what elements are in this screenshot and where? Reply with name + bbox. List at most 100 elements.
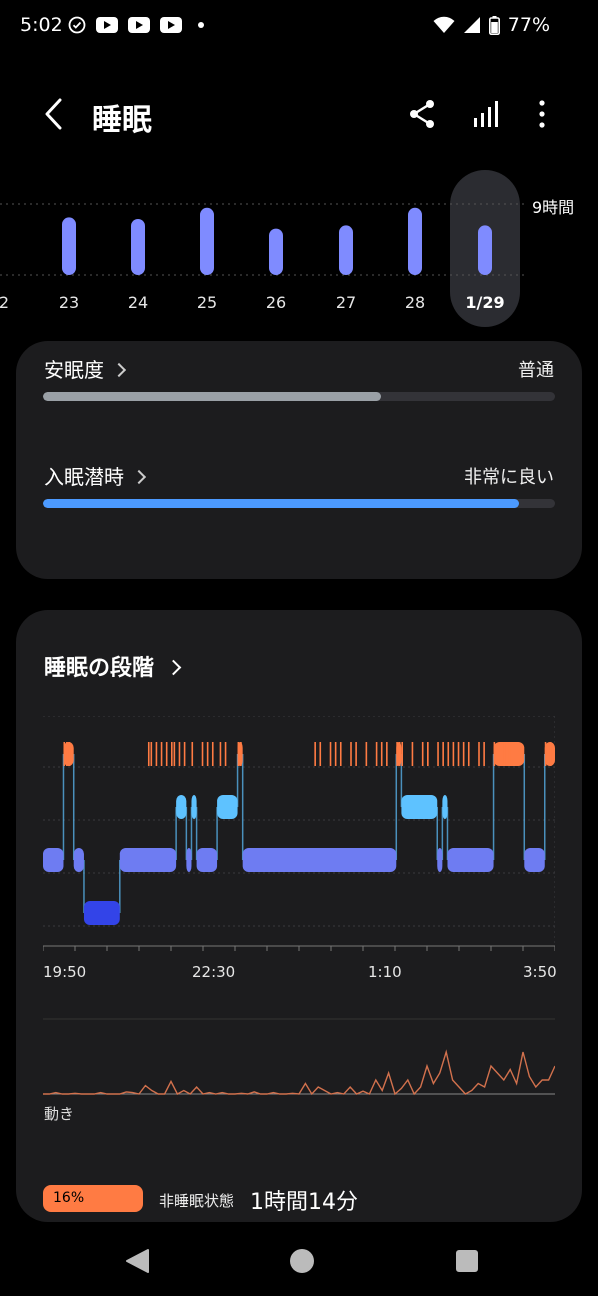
stage-segment-16 bbox=[447, 848, 494, 872]
awake-tick-4 bbox=[150, 742, 153, 766]
share-icon[interactable] bbox=[408, 99, 436, 129]
sleep-quality-value: 普通 bbox=[518, 360, 554, 381]
status-right: 77% bbox=[433, 14, 550, 36]
trends-chart-icon[interactable] bbox=[472, 99, 502, 129]
awake-tick-49 bbox=[508, 742, 511, 766]
awake-tick-32 bbox=[398, 742, 401, 766]
day-bar-2[interactable] bbox=[131, 219, 145, 275]
nav-home-icon[interactable] bbox=[289, 1248, 315, 1274]
stage-segment-5 bbox=[176, 795, 187, 819]
sleep-quality-progress-fill bbox=[43, 392, 381, 401]
awake-tick-16 bbox=[219, 742, 222, 766]
sleep-latency-label: 入眠潜時 bbox=[44, 465, 124, 489]
awake-tick-46 bbox=[483, 742, 485, 766]
awake-tick-41 bbox=[452, 742, 455, 766]
sleep-latency-progress bbox=[43, 499, 555, 508]
awake-tick-30 bbox=[386, 742, 388, 766]
more-options-icon[interactable] bbox=[530, 99, 554, 129]
youtube-icon bbox=[96, 17, 118, 33]
youtube-icon bbox=[128, 17, 150, 33]
nav-back-icon[interactable] bbox=[124, 1248, 150, 1274]
sleep-quality-label: 安眠度 bbox=[44, 358, 104, 382]
stage-segment-9 bbox=[217, 795, 238, 819]
awake-tick-50 bbox=[544, 742, 547, 766]
awake-tick-21 bbox=[319, 742, 322, 766]
awake-tick-9 bbox=[173, 742, 176, 766]
check-circle-icon bbox=[68, 16, 86, 34]
awake-tick-31 bbox=[396, 742, 398, 766]
awake-tick-17 bbox=[224, 742, 227, 766]
awake-duration: 1時間14分 bbox=[250, 1190, 358, 1215]
stage-segment-4 bbox=[119, 848, 177, 872]
awake-tick-22 bbox=[329, 742, 332, 766]
nav-recents-icon[interactable] bbox=[455, 1249, 479, 1273]
movement-line bbox=[43, 1049, 555, 1096]
wifi-icon bbox=[433, 16, 455, 33]
awake-tick-13 bbox=[201, 742, 204, 766]
status-time: 5:02 bbox=[20, 14, 63, 36]
awake-tick-11 bbox=[183, 742, 186, 766]
awake-tick-19 bbox=[240, 742, 242, 766]
day-label-7[interactable]: 1/29 bbox=[465, 293, 505, 312]
awake-tick-1 bbox=[66, 742, 68, 766]
battery-percent: 77% bbox=[507, 14, 550, 36]
awake-tick-43 bbox=[462, 742, 465, 766]
awake-tick-34 bbox=[411, 742, 414, 766]
chart-range-label: 9時間 bbox=[532, 198, 575, 217]
stage-segment-18 bbox=[524, 848, 545, 872]
day-bar-1[interactable] bbox=[62, 217, 76, 275]
day-label-6[interactable]: 28 bbox=[395, 293, 435, 312]
time-label-2: 22:30 bbox=[192, 963, 236, 981]
awake-tick-5 bbox=[155, 742, 158, 766]
stage-segment-8 bbox=[196, 848, 218, 872]
sleep-stages-link[interactable]: 睡眠の段階 bbox=[44, 650, 182, 682]
stage-segment-11 bbox=[242, 848, 397, 872]
awake-tick-10 bbox=[178, 742, 181, 766]
movement-label: 動き bbox=[44, 1105, 75, 1123]
awake-tick-28 bbox=[375, 742, 378, 766]
awake-tick-51 bbox=[549, 742, 552, 766]
status-notification-icons bbox=[68, 16, 204, 34]
weekly-sleep-chart bbox=[0, 203, 525, 276]
awake-tick-48 bbox=[503, 742, 506, 766]
awake-tick-2 bbox=[68, 742, 71, 766]
sleep-latency-value: 非常に良い bbox=[464, 467, 554, 488]
awake-tick-39 bbox=[442, 742, 444, 766]
chevron-right-icon bbox=[111, 362, 127, 378]
day-bar-6[interactable] bbox=[408, 207, 422, 275]
day-label-3[interactable]: 25 bbox=[187, 293, 227, 312]
awake-label: 非睡眠状態 bbox=[159, 1192, 235, 1210]
day-label-2[interactable]: 24 bbox=[118, 293, 158, 312]
awake-tick-37 bbox=[427, 742, 429, 766]
battery-icon bbox=[488, 15, 500, 35]
day-label-4[interactable]: 26 bbox=[256, 293, 296, 312]
awake-tick-24 bbox=[339, 742, 342, 766]
awake-tick-33 bbox=[401, 742, 403, 766]
awake-tick-7 bbox=[165, 742, 168, 766]
day-label-0[interactable]: 2 bbox=[0, 293, 24, 312]
awake-tick-29 bbox=[380, 742, 383, 766]
youtube-icon bbox=[160, 17, 182, 33]
stage-segment-13 bbox=[401, 795, 438, 819]
stage-segment-0 bbox=[43, 848, 64, 872]
awake-percent-badge: 16% bbox=[43, 1185, 143, 1212]
awake-tick-42 bbox=[457, 742, 460, 766]
time-label-end: 3:50 bbox=[523, 963, 557, 981]
day-label-5[interactable]: 27 bbox=[326, 293, 366, 312]
movement-chart bbox=[43, 1018, 555, 1096]
stage-segment-2 bbox=[73, 848, 84, 872]
awake-tick-14 bbox=[206, 742, 209, 766]
sleep-quality-link[interactable]: 安眠度 bbox=[44, 354, 127, 383]
day-bar-3[interactable] bbox=[200, 207, 214, 275]
day-bar-5[interactable] bbox=[339, 225, 353, 275]
awake-tick-27 bbox=[365, 742, 368, 766]
sleep-latency-link[interactable]: 入眠潜時 bbox=[44, 461, 147, 490]
sleep-latency-progress-fill bbox=[43, 499, 520, 508]
day-label-1[interactable]: 23 bbox=[49, 293, 89, 312]
chevron-right-icon bbox=[165, 659, 182, 676]
day-bar-4[interactable] bbox=[269, 228, 283, 275]
back-arrow-icon[interactable] bbox=[40, 96, 70, 132]
day-bar-7[interactable] bbox=[478, 225, 492, 275]
page-title: 睡眠 bbox=[92, 103, 152, 138]
awake-tick-0 bbox=[63, 742, 66, 766]
